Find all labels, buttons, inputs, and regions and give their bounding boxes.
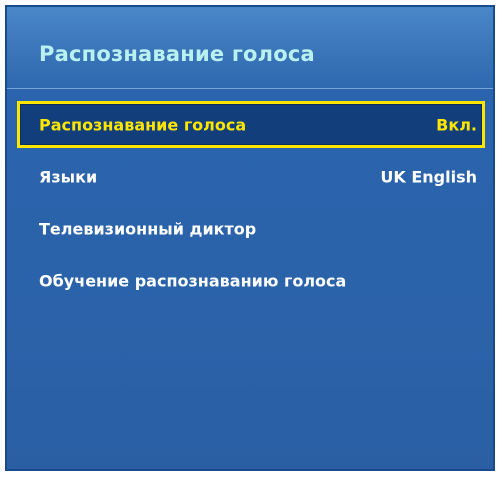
menu-header: Распознавание голоса <box>7 7 493 89</box>
voice-recognition-menu-panel: Распознавание голоса Распознавание голос… <box>5 5 495 471</box>
menu-item-label: Телевизионный диктор <box>39 219 257 238</box>
menu-item-tv-announcer[interactable]: Телевизионный диктор <box>17 205 485 252</box>
menu-item-value: Вкл. <box>436 115 477 134</box>
menu-list: Распознавание голоса Вкл. Языки UK Engli… <box>17 101 485 309</box>
menu-item-label: Распознавание голоса <box>39 115 247 134</box>
menu-item-languages[interactable]: Языки UK English <box>17 153 485 200</box>
menu-item-voice-recognition[interactable]: Распознавание голоса Вкл. <box>17 101 485 148</box>
menu-title: Распознавание голоса <box>39 42 315 66</box>
menu-item-label: Обучение распознаванию голоса <box>39 271 347 290</box>
menu-item-value: UK English <box>380 167 477 186</box>
menu-item-voice-training[interactable]: Обучение распознаванию голоса <box>17 257 485 304</box>
menu-item-label: Языки <box>39 167 98 186</box>
